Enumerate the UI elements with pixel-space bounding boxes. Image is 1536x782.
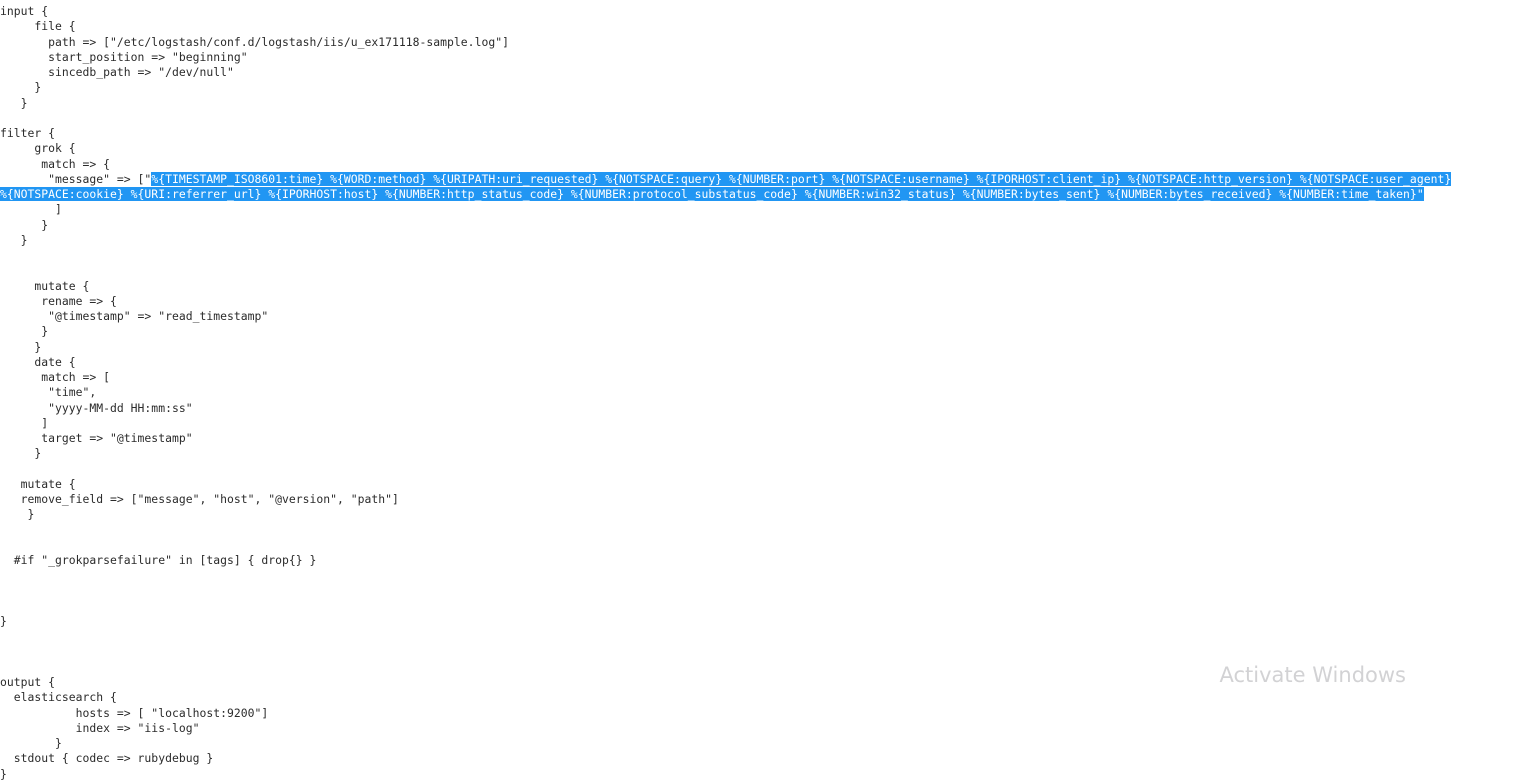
code-line: }	[0, 507, 35, 522]
code-line: match => [	[0, 370, 111, 384]
code-line: match => {	[0, 156, 111, 171]
grok-pattern-line-2: %{NOTSPACE:cookie} %{URI:referrer_url} %…	[0, 187, 1536, 202]
code-line: "time",	[0, 385, 97, 400]
code-line: mutate {	[0, 476, 76, 491]
code-line: }	[0, 766, 7, 781]
code-line: mutate {	[0, 278, 90, 293]
grok-pattern-selected-part-2[interactable]: %{NOTSPACE:cookie} %{URI:referrer_url} %…	[0, 187, 1417, 201]
code-line: }	[0, 339, 42, 354]
code-line: path => ["/etc/logstash/conf.d/logstash/…	[0, 34, 509, 49]
code-line: rename => {	[0, 293, 117, 308]
code-line: }	[0, 614, 7, 628]
code-line: }	[0, 232, 28, 247]
code-line: stdout { codec => rubydebug }	[0, 751, 214, 766]
code-line: file {	[0, 19, 76, 34]
code-line: date {	[0, 354, 76, 369]
code-line: }	[0, 736, 62, 750]
code-line: remove_field => ["message", "host", "@ve…	[0, 492, 399, 506]
code-line: output {	[0, 675, 56, 689]
code-line: "yyyy-MM-dd HH:mm:ss"	[0, 400, 193, 415]
code-line: ]	[0, 415, 49, 430]
code-line: sincedb_path => "/dev/null"	[0, 65, 234, 79]
grok-pattern-selected-part-1[interactable]: %{TIMESTAMP_ISO8601:time} %{WORD:method}…	[151, 171, 1452, 186]
code-line: }	[0, 80, 42, 95]
code-line: grok {	[0, 141, 76, 156]
code-line: start_position => "beginning"	[0, 49, 248, 64]
code-line: ]	[0, 202, 62, 217]
code-line: input {	[0, 4, 49, 18]
code-line: #if "_grokparsefailure" in [tags] { drop…	[0, 553, 317, 567]
code-line: }	[0, 217, 49, 232]
grok-pattern-line-1: "message" => ["%{TIMESTAMP_ISO8601:time}…	[0, 171, 1536, 187]
grok-pattern-prefix: "message" => ["	[0, 171, 152, 186]
code-line: elasticsearch {	[0, 690, 117, 705]
code-line: "@timestamp" => "read_timestamp"	[0, 309, 269, 323]
code-line: index => "iis-log"	[0, 720, 200, 735]
code-line: hosts => [ "localhost:9200"]	[0, 705, 269, 720]
code-line: }	[0, 446, 42, 461]
grok-pattern-suffix: "	[1416, 187, 1424, 201]
code-line: }	[0, 324, 49, 339]
code-line: filter {	[0, 126, 56, 140]
code-line: }	[0, 95, 28, 110]
code-line: target => "@timestamp"	[0, 431, 193, 445]
code-editor[interactable]: input { file { path => ["/etc/logstash/c…	[0, 0, 1536, 781]
